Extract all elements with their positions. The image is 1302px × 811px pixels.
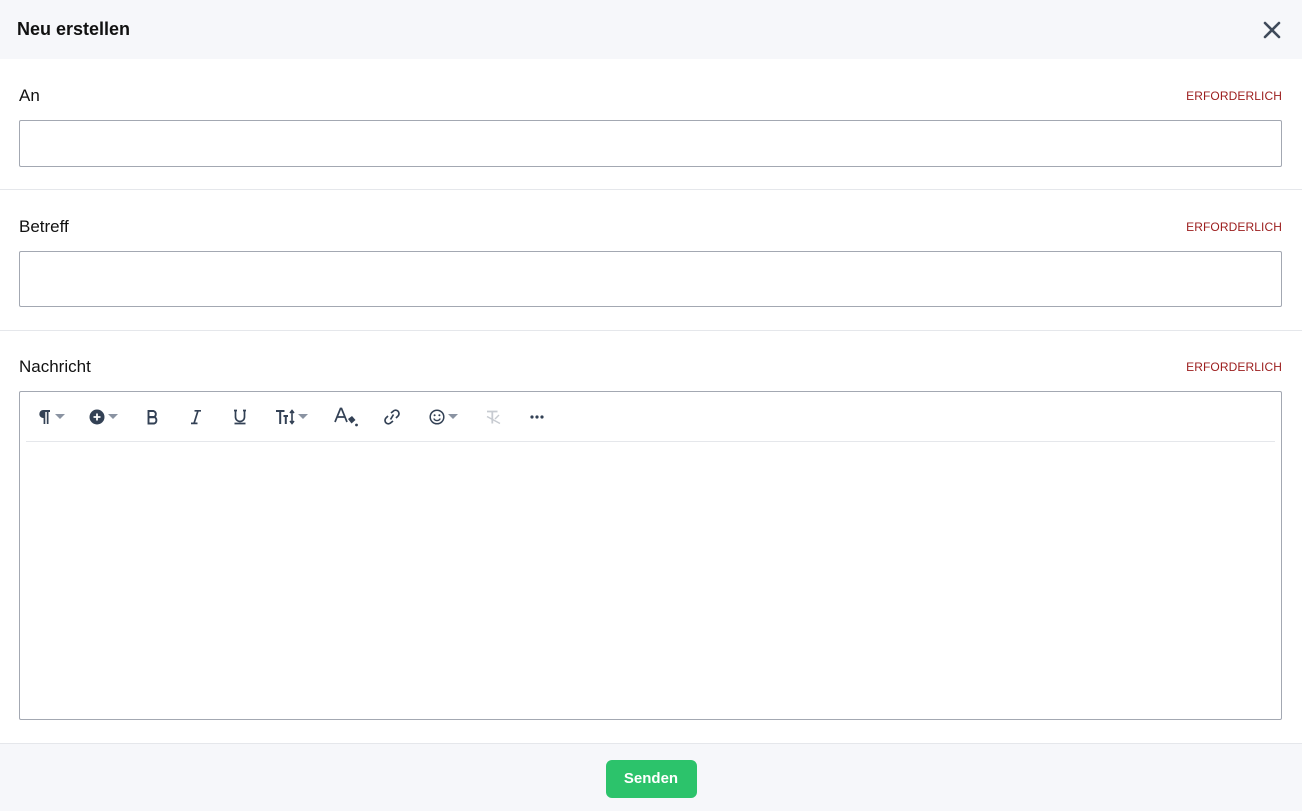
paragraph-format-icon — [39, 409, 50, 424]
dialog-header: Neu erstellen — [0, 0, 1302, 59]
close-button[interactable] — [1260, 18, 1284, 42]
insert-button[interactable] — [85, 402, 122, 432]
clear-formatting-icon — [486, 410, 501, 424]
paragraph-format-button[interactable] — [34, 402, 69, 432]
editor-toolbar — [26, 392, 1275, 442]
link-button[interactable] — [378, 402, 406, 432]
to-label: An — [19, 86, 40, 105]
insert-plus-icon — [89, 409, 105, 424]
emoji-icon — [429, 408, 445, 425]
message-editor — [19, 391, 1282, 720]
to-required-badge: ERFORDERLICH — [1186, 89, 1282, 103]
to-section: An ERFORDERLICH — [0, 59, 1302, 190]
italic-icon — [191, 409, 201, 424]
chevron-down-icon — [448, 413, 458, 419]
subject-label: Betreff — [19, 217, 69, 236]
more-options-icon — [530, 414, 544, 419]
bold-button[interactable] — [142, 402, 164, 432]
chevron-down-icon — [55, 413, 65, 419]
more-options-button[interactable] — [526, 402, 548, 432]
subject-section: Betreff ERFORDERLICH — [0, 190, 1302, 331]
to-input[interactable] — [19, 120, 1282, 167]
text-color-icon — [334, 407, 358, 426]
message-label: Nachricht — [19, 357, 91, 376]
dialog-title: Neu erstellen — [17, 19, 131, 39]
subject-input[interactable] — [19, 251, 1282, 307]
message-section: Nachricht ERFORDERLICH — [0, 331, 1302, 744]
italic-button[interactable] — [185, 402, 207, 432]
message-required-badge: ERFORDERLICH — [1186, 360, 1282, 374]
underline-icon — [234, 409, 246, 424]
chevron-down-icon — [298, 413, 308, 419]
font-size-icon — [276, 408, 295, 425]
emoji-button[interactable] — [425, 402, 462, 432]
subject-required-badge: ERFORDERLICH — [1186, 220, 1282, 234]
message-body[interactable] — [26, 442, 1275, 718]
text-color-button[interactable] — [330, 402, 362, 432]
send-button[interactable]: Senden — [605, 759, 697, 798]
font-size-button[interactable] — [271, 402, 312, 432]
dialog-footer: Senden — [0, 744, 1302, 811]
bold-icon — [147, 409, 158, 424]
underline-button[interactable] — [228, 402, 252, 432]
clear-formatting-button[interactable] — [480, 402, 506, 432]
close-icon — [1263, 21, 1281, 38]
chevron-down-icon — [108, 413, 118, 419]
link-icon — [384, 408, 400, 425]
